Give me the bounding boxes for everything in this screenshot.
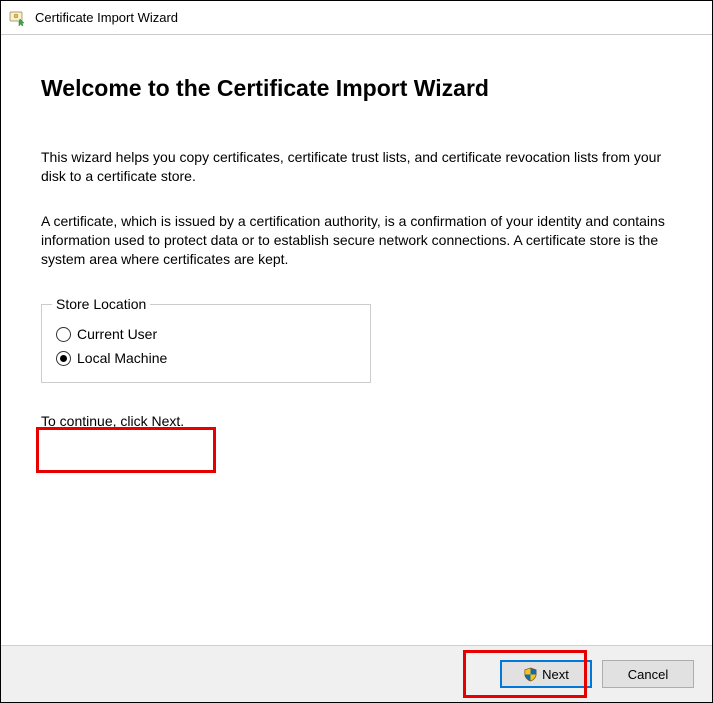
continue-instruction: To continue, click Next. [41,413,672,429]
store-location-group: Store Location Current User Local Machin… [41,296,371,383]
radio-current-user[interactable]: Current User [56,326,356,342]
radio-label: Local Machine [77,350,167,366]
radio-label: Current User [77,326,157,342]
wizard-window: Certificate Import Wizard Welcome to the… [0,0,713,703]
description-2: A certificate, which is issued by a cert… [41,212,672,269]
certificate-wizard-icon [9,9,27,27]
cancel-button-label: Cancel [628,667,668,682]
annotation-highlight [36,427,216,473]
titlebar-title: Certificate Import Wizard [35,10,178,25]
description-1: This wizard helps you copy certificates,… [41,148,672,186]
wizard-footer: Next Cancel [1,645,712,702]
store-location-legend: Store Location [52,296,150,312]
cancel-button[interactable]: Cancel [602,660,694,688]
next-button-label: Next [542,667,569,682]
radio-local-machine[interactable]: Local Machine [56,350,356,366]
next-button[interactable]: Next [500,660,592,688]
titlebar: Certificate Import Wizard [1,1,712,35]
uac-shield-icon [523,667,538,682]
page-heading: Welcome to the Certificate Import Wizard [41,75,672,102]
wizard-content: Welcome to the Certificate Import Wizard… [1,35,712,645]
radio-selected-dot [60,355,67,362]
radio-icon [56,327,71,342]
radio-icon [56,351,71,366]
